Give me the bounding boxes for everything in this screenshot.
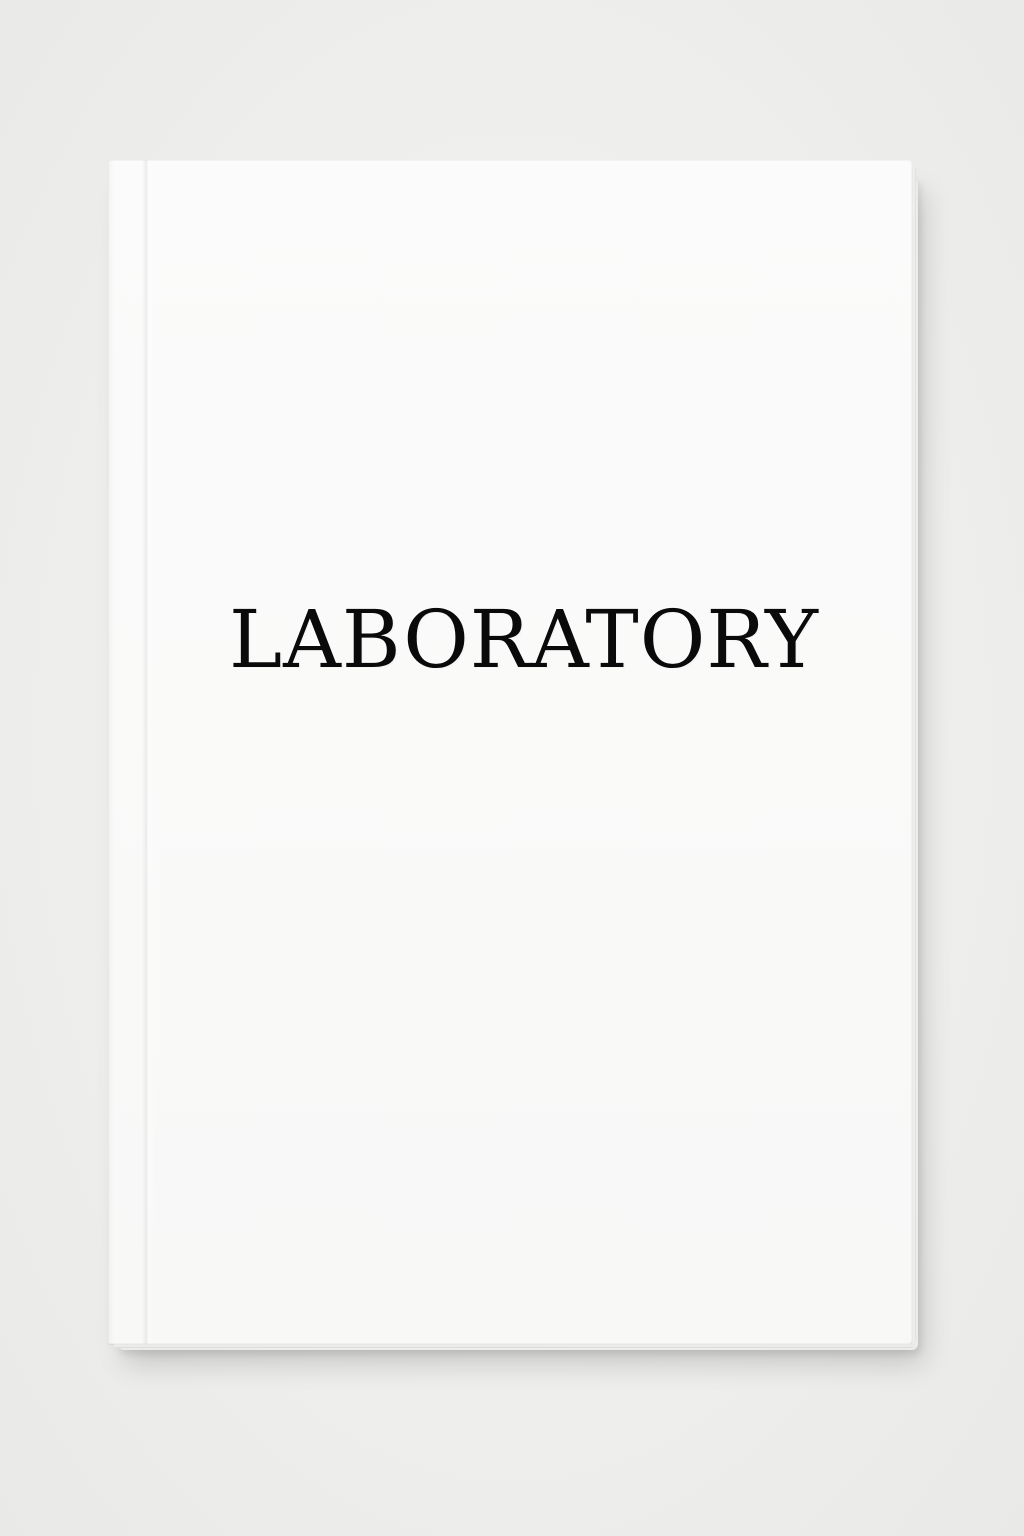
notebook-cover: LABORATORY <box>108 160 916 1348</box>
page-edge-right <box>912 166 916 1342</box>
spine-crease <box>146 160 148 1344</box>
product-mockup-scene: LABORATORY <box>0 0 1024 1536</box>
page-edge-bottom <box>114 1344 914 1348</box>
cover-title: LABORATORY <box>229 593 819 686</box>
